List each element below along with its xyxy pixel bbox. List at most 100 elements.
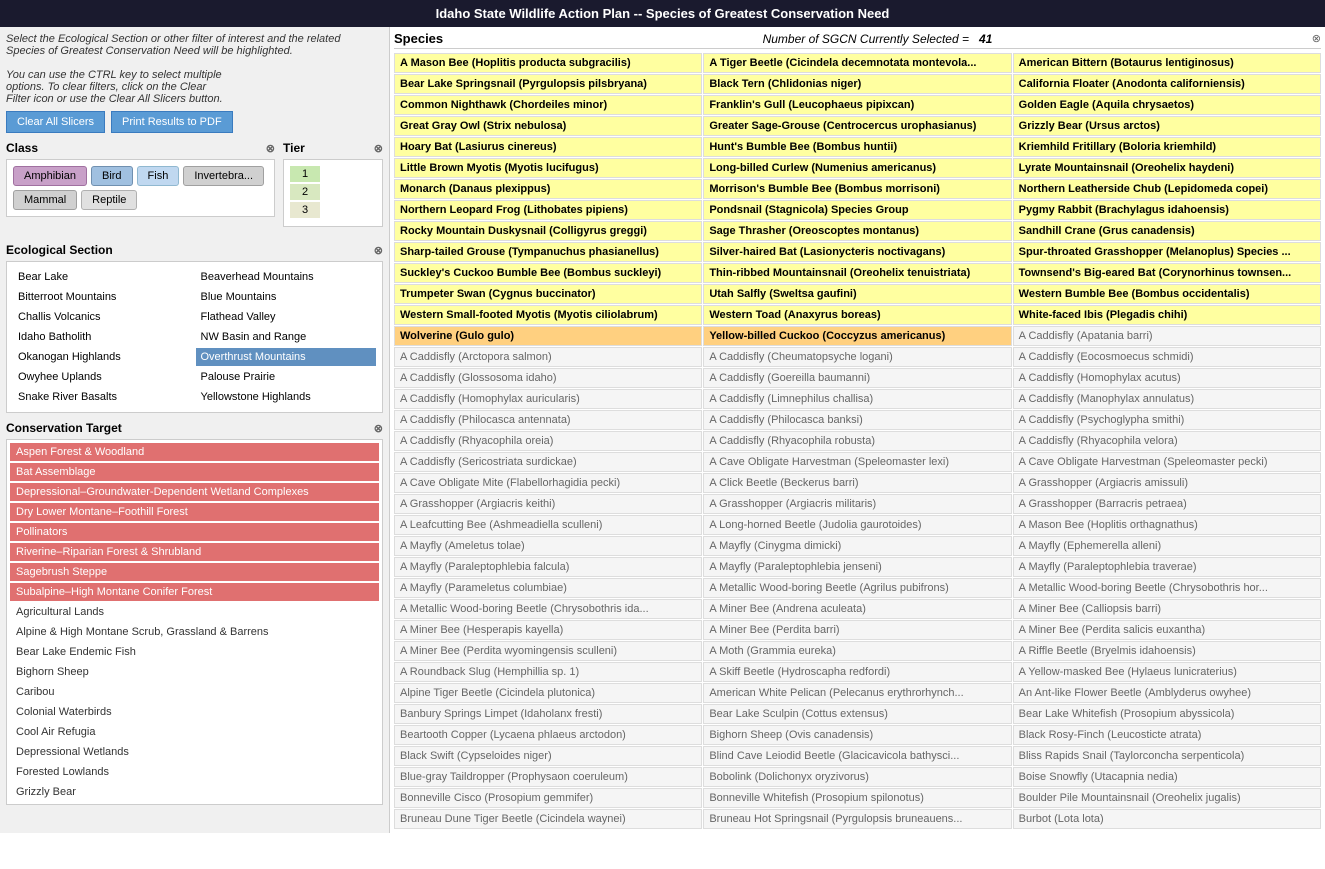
species-cell[interactable]: Western Toad (Anaxyrus boreas) [703, 305, 1011, 325]
tier-item-2[interactable]: 2 [290, 184, 320, 200]
species-cell[interactable]: A Yellow-masked Bee (Hylaeus lunicrateri… [1013, 662, 1321, 682]
species-cell[interactable]: A Mayfly (Parameletus columbiae) [394, 578, 702, 598]
target-bat[interactable]: Bat Assemblage [10, 463, 379, 481]
species-cell[interactable]: Long-billed Curlew (Numenius americanus) [703, 158, 1011, 178]
eco-overthrust[interactable]: Overthrust Mountains [196, 348, 377, 366]
species-cell[interactable]: A Miner Bee (Perdita wyomingensis sculle… [394, 641, 702, 661]
species-cell[interactable]: Blue-gray Taildropper (Prophysaon coerul… [394, 767, 702, 787]
species-cell[interactable]: A Leafcutting Bee (Ashmeadiella sculleni… [394, 515, 702, 535]
species-cell[interactable]: Blind Cave Leiodid Beetle (Glacicavicola… [703, 746, 1011, 766]
species-cell[interactable]: Hunt's Bumble Bee (Bombus huntii) [703, 137, 1011, 157]
pill-bird[interactable]: Bird [91, 166, 133, 186]
species-cell[interactable]: Utah Salfly (Sweltsa gaufini) [703, 284, 1011, 304]
pill-mammal[interactable]: Mammal [13, 190, 77, 210]
eco-palouse[interactable]: Palouse Prairie [196, 368, 377, 386]
species-cell[interactable]: A Metallic Wood-boring Beetle (Chrysobot… [394, 599, 702, 619]
eco-filter-icon[interactable]: ⊗ [374, 244, 383, 257]
species-cell[interactable]: A Miner Bee (Hesperapis kayella) [394, 620, 702, 640]
class-filter-icon[interactable]: ⊗ [266, 142, 275, 155]
target-pollinators[interactable]: Pollinators [10, 523, 379, 541]
species-cell[interactable]: A Caddisfly (Homophylax acutus) [1013, 368, 1321, 388]
species-cell[interactable]: A Grasshopper (Argiacris militaris) [703, 494, 1011, 514]
species-cell[interactable]: Greater Sage-Grouse (Centrocercus uropha… [703, 116, 1011, 136]
species-cell[interactable]: Bear Lake Sculpin (Cottus extensus) [703, 704, 1011, 724]
species-cell[interactable]: A Miner Bee (Calliopsis barri) [1013, 599, 1321, 619]
species-cell[interactable]: Wolverine (Gulo gulo) [394, 326, 702, 346]
eco-snake-river[interactable]: Snake River Basalts [13, 388, 194, 406]
species-cell[interactable]: Bighorn Sheep (Ovis canadensis) [703, 725, 1011, 745]
species-cell[interactable]: Black Tern (Chlidonias niger) [703, 74, 1011, 94]
target-cool-air[interactable]: Cool Air Refugia [10, 723, 379, 741]
species-cell[interactable]: Sharp-tailed Grouse (Tympanuchus phasian… [394, 242, 702, 262]
species-cell[interactable]: Rocky Mountain Duskysnail (Colligyrus gr… [394, 221, 702, 241]
species-cell[interactable]: An Ant-like Flower Beetle (Amblyderus ow… [1013, 683, 1321, 703]
species-cell[interactable]: A Mayfly (Ameletus tolae) [394, 536, 702, 556]
species-cell[interactable]: A Caddisfly (Homophylax auricularis) [394, 389, 702, 409]
species-cell[interactable]: A Mayfly (Ephemerella alleni) [1013, 536, 1321, 556]
species-cell[interactable]: A Mason Bee (Hoplitis producta subgracil… [394, 53, 702, 73]
species-cell[interactable]: A Caddisfly (Manophylax annulatus) [1013, 389, 1321, 409]
species-cell[interactable]: A Metallic Wood-boring Beetle (Chrysobot… [1013, 578, 1321, 598]
species-cell[interactable]: Suckley's Cuckoo Bumble Bee (Bombus suck… [394, 263, 702, 283]
eco-bear-lake[interactable]: Bear Lake [13, 268, 194, 286]
species-cell[interactable]: Great Gray Owl (Strix nebulosa) [394, 116, 702, 136]
species-cell[interactable]: A Caddisfly (Cheumatopsyche logani) [703, 347, 1011, 367]
eco-challis[interactable]: Challis Volcanics [13, 308, 194, 326]
species-cell[interactable]: A Caddisfly (Glossosoma idaho) [394, 368, 702, 388]
pill-amphibian[interactable]: Amphibian [13, 166, 87, 186]
eco-blue-mountains[interactable]: Blue Mountains [196, 288, 377, 306]
species-cell[interactable]: A Cave Obligate Mite (Flabellorhagidia p… [394, 473, 702, 493]
species-cell[interactable]: Bear Lake Springsnail (Pyrgulopsis pilsb… [394, 74, 702, 94]
species-cell[interactable]: Northern Leopard Frog (Lithobates pipien… [394, 200, 702, 220]
target-alpine[interactable]: Alpine & High Montane Scrub, Grassland &… [10, 623, 379, 641]
species-cell[interactable]: Kriemhild Fritillary (Boloria kriemhild) [1013, 137, 1321, 157]
species-cell[interactable]: Western Bumble Bee (Bombus occidentalis) [1013, 284, 1321, 304]
species-cell[interactable]: A Click Beetle (Beckerus barri) [703, 473, 1011, 493]
target-riverine[interactable]: Riverine–Riparian Forest & Shrubland [10, 543, 379, 561]
species-cell[interactable]: American Bittern (Botaurus lentiginosus) [1013, 53, 1321, 73]
species-cell[interactable]: A Caddisfly (Sericostriata surdickae) [394, 452, 702, 472]
target-bear-lake-fish[interactable]: Bear Lake Endemic Fish [10, 643, 379, 661]
species-cell[interactable]: A Caddisfly (Psychoglypha smithi) [1013, 410, 1321, 430]
target-depressional-wetlands[interactable]: Depressional Wetlands [10, 743, 379, 761]
species-cell[interactable]: A Caddisfly (Philocasca banksi) [703, 410, 1011, 430]
species-cell[interactable]: A Caddisfly (Limnephilus challisa) [703, 389, 1011, 409]
species-cell[interactable]: Grizzly Bear (Ursus arctos) [1013, 116, 1321, 136]
species-cell[interactable]: White-faced Ibis (Plegadis chihi) [1013, 305, 1321, 325]
species-cell[interactable]: Thin-ribbed Mountainsnail (Oreohelix ten… [703, 263, 1011, 283]
species-cell[interactable]: A Mason Bee (Hoplitis orthagnathus) [1013, 515, 1321, 535]
species-cell[interactable]: A Mayfly (Cinygma dimicki) [703, 536, 1011, 556]
target-forested-lowlands[interactable]: Forested Lowlands [10, 763, 379, 781]
eco-okanogan[interactable]: Okanogan Highlands [13, 348, 194, 366]
target-depressional-gw[interactable]: Depressional–Groundwater-Dependent Wetla… [10, 483, 379, 501]
species-cell[interactable]: A Tiger Beetle (Cicindela decemnotata mo… [703, 53, 1011, 73]
species-cell[interactable]: A Skiff Beetle (Hydroscapha redfordi) [703, 662, 1011, 682]
species-cell[interactable]: A Grasshopper (Barracris petraea) [1013, 494, 1321, 514]
species-cell[interactable]: A Caddisfly (Rhyacophila oreia) [394, 431, 702, 451]
species-cell[interactable]: Morrison's Bumble Bee (Bombus morrisoni) [703, 179, 1011, 199]
species-cell[interactable]: Sandhill Crane (Grus canadensis) [1013, 221, 1321, 241]
species-cell[interactable]: Burbot (Lota lota) [1013, 809, 1321, 829]
species-cell[interactable]: Common Nighthawk (Chordeiles minor) [394, 95, 702, 115]
tier-item-3[interactable]: 3 [290, 202, 320, 218]
tier-item-1[interactable]: 1 [290, 166, 320, 182]
species-cell[interactable]: Bear Lake Whitefish (Prosopium abyssicol… [1013, 704, 1321, 724]
target-caribou[interactable]: Caribou [10, 683, 379, 701]
clear-all-button[interactable]: Clear All Slicers [6, 111, 105, 133]
species-cell[interactable]: Hoary Bat (Lasiurus cinereus) [394, 137, 702, 157]
species-cell[interactable]: A Cave Obligate Harvestman (Speleomaster… [1013, 452, 1321, 472]
species-cell[interactable]: A Caddisfly (Apatania barri) [1013, 326, 1321, 346]
target-sagebrush[interactable]: Sagebrush Steppe [10, 563, 379, 581]
species-cell[interactable]: Trumpeter Swan (Cygnus buccinator) [394, 284, 702, 304]
species-cell[interactable]: Bruneau Dune Tiger Beetle (Cicindela way… [394, 809, 702, 829]
target-colonial[interactable]: Colonial Waterbirds [10, 703, 379, 721]
eco-beaverhead[interactable]: Beaverhead Mountains [196, 268, 377, 286]
species-clear-icon[interactable]: ⊗ [1312, 32, 1321, 45]
species-cell[interactable]: Alpine Tiger Beetle (Cicindela plutonica… [394, 683, 702, 703]
species-cell[interactable]: Yellow-billed Cuckoo (Coccyzus americanu… [703, 326, 1011, 346]
eco-owyhee[interactable]: Owyhee Uplands [13, 368, 194, 386]
species-cell[interactable]: Silver-haired Bat (Lasionycteris noctiva… [703, 242, 1011, 262]
species-cell[interactable]: A Riffle Beetle (Bryelmis idahoensis) [1013, 641, 1321, 661]
species-cell[interactable]: A Long-horned Beetle (Judolia gaurotoide… [703, 515, 1011, 535]
species-cell[interactable]: A Cave Obligate Harvestman (Speleomaster… [703, 452, 1011, 472]
